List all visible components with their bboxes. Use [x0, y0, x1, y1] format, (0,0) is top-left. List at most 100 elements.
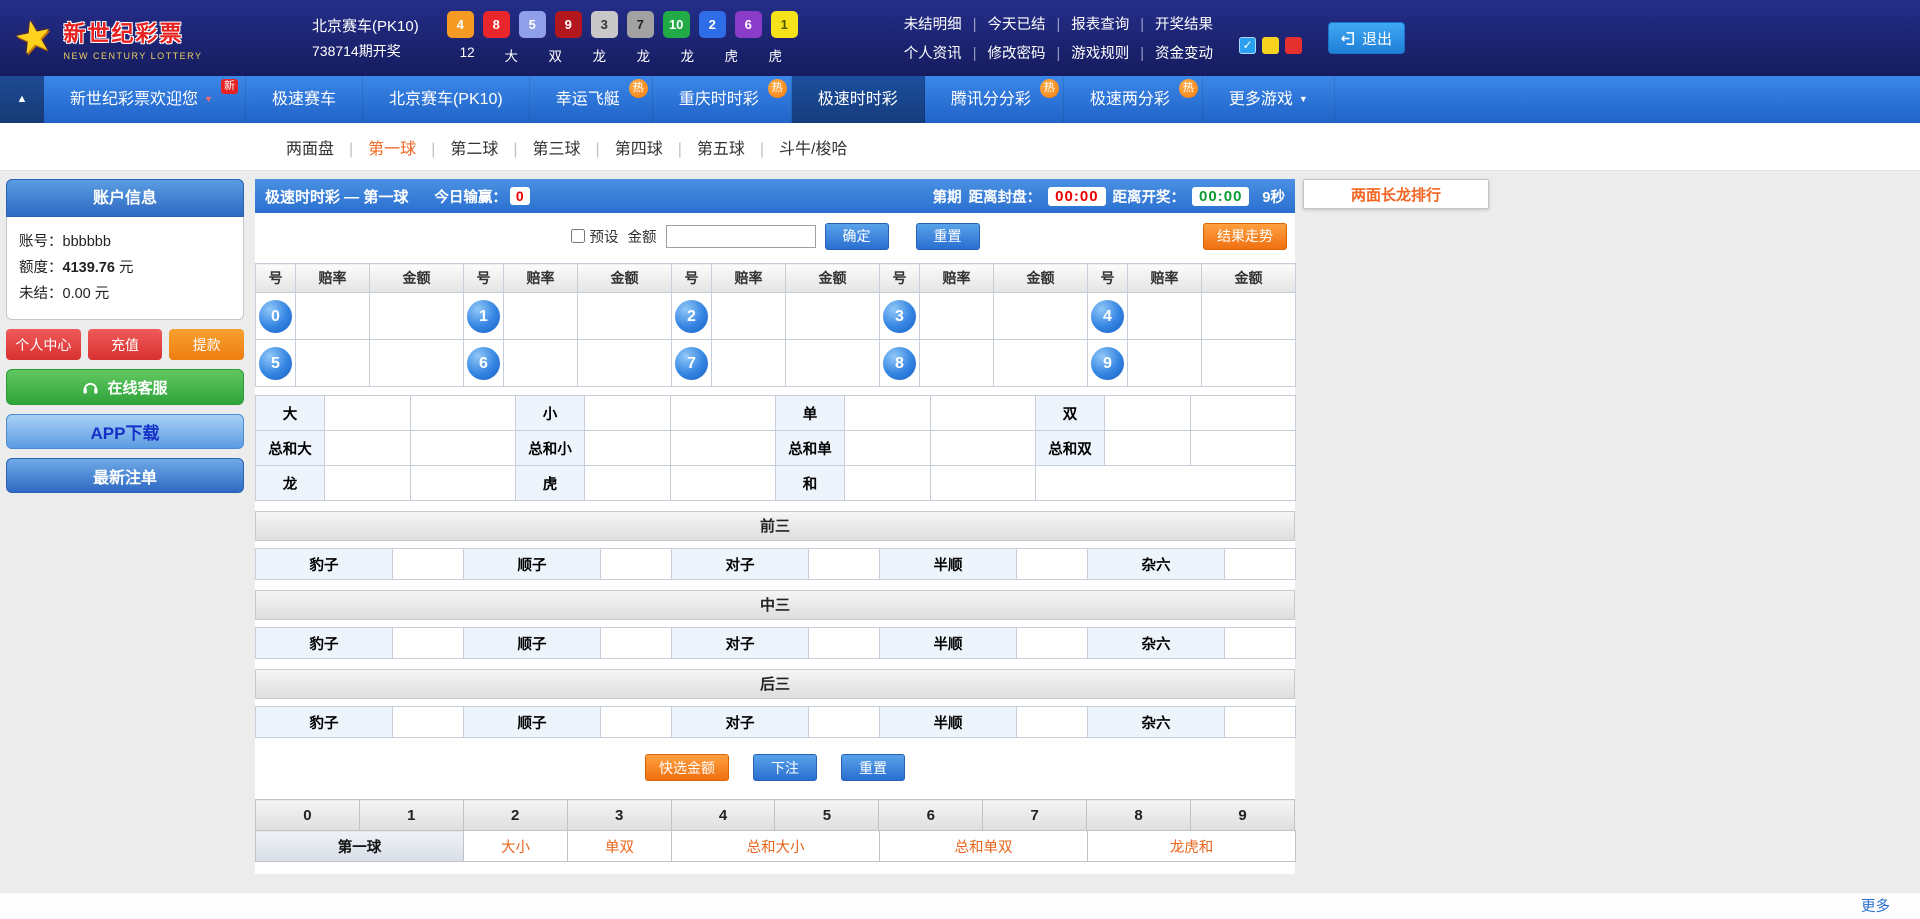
bet-number-cell[interactable]: 1	[464, 293, 504, 340]
nav-collapse-button[interactable]: ▲	[0, 76, 44, 123]
bottom-tab[interactable]: 龙虎和	[1088, 831, 1296, 862]
result-trend-button[interactable]: 结果走势	[1203, 223, 1287, 250]
place-bet-button[interactable]: 下注	[753, 754, 817, 781]
two-side-label[interactable]: 和	[776, 466, 845, 501]
amount-cell[interactable]	[393, 549, 464, 580]
nav-item[interactable]: 腾讯分分彩热	[925, 76, 1064, 123]
amount-cell[interactable]	[671, 466, 776, 501]
amount-cell[interactable]	[411, 431, 516, 466]
group-bet-label[interactable]: 对子	[672, 628, 809, 659]
amount-cell[interactable]	[1191, 431, 1296, 466]
amount-cell[interactable]	[601, 628, 672, 659]
amount-cell[interactable]	[1202, 293, 1296, 340]
header-link[interactable]: 游戏规则	[1071, 42, 1155, 63]
two-side-label[interactable]: 虎	[516, 466, 585, 501]
amount-cell[interactable]	[370, 293, 464, 340]
theme-swatch[interactable]: ✓	[1239, 37, 1256, 54]
amount-cell[interactable]	[411, 466, 516, 501]
group-bet-label[interactable]: 顺子	[464, 707, 601, 738]
group-bet-label[interactable]: 杂六	[1088, 628, 1225, 659]
bet-number-cell[interactable]: 8	[880, 340, 920, 387]
bet-number-cell[interactable]: 6	[464, 340, 504, 387]
more-link[interactable]: 更多	[1861, 899, 1890, 915]
nav-item[interactable]: 极速赛车	[246, 76, 363, 123]
amount-cell[interactable]	[1191, 396, 1296, 431]
header-link[interactable]: 开奖结果	[1155, 13, 1213, 34]
group-bet-label[interactable]: 豹子	[256, 707, 393, 738]
amount-cell[interactable]	[671, 431, 776, 466]
amount-cell[interactable]	[931, 466, 1036, 501]
two-side-label[interactable]: 总和单	[776, 431, 845, 466]
reset-amount-button[interactable]: 重置	[916, 223, 980, 250]
amount-cell[interactable]	[601, 549, 672, 580]
bottom-tab[interactable]: 大小	[464, 831, 568, 862]
bottom-tab[interactable]: 总和大小	[672, 831, 880, 862]
amount-input[interactable]	[666, 225, 816, 248]
theme-swatch[interactable]	[1285, 37, 1302, 54]
bottom-tab[interactable]: 第一球	[256, 831, 464, 862]
two-side-label[interactable]: 总和双	[1036, 431, 1105, 466]
bet-number-cell[interactable]: 4	[1088, 293, 1128, 340]
amount-cell[interactable]	[1017, 707, 1088, 738]
subnav-item[interactable]: 两面盘	[286, 141, 368, 158]
profile-button[interactable]: 个人中心	[6, 329, 81, 360]
amount-cell[interactable]	[1225, 628, 1296, 659]
bet-number-cell[interactable]: 9	[1088, 340, 1128, 387]
group-bet-label[interactable]: 杂六	[1088, 707, 1225, 738]
subnav-item[interactable]: 第二球	[450, 141, 532, 158]
amount-cell[interactable]	[786, 340, 880, 387]
logout-button[interactable]: 退出	[1328, 22, 1405, 54]
nav-item[interactable]: 更多游戏▼	[1203, 76, 1335, 123]
amount-cell[interactable]	[931, 396, 1036, 431]
amount-cell[interactable]	[578, 293, 672, 340]
amount-cell[interactable]	[1225, 549, 1296, 580]
amount-cell[interactable]	[393, 628, 464, 659]
amount-cell[interactable]	[1225, 707, 1296, 738]
two-side-label[interactable]: 单	[776, 396, 845, 431]
amount-cell[interactable]	[994, 340, 1088, 387]
nav-item[interactable]: 极速两分彩热	[1064, 76, 1203, 123]
header-link[interactable]: 修改密码	[987, 42, 1071, 63]
two-side-label[interactable]: 总和小	[516, 431, 585, 466]
amount-cell[interactable]	[809, 628, 880, 659]
online-service-button[interactable]: 在线客服	[6, 369, 244, 405]
nav-item[interactable]: 北京赛车(PK10)	[363, 76, 530, 123]
amount-cell[interactable]	[411, 396, 516, 431]
withdraw-button[interactable]: 提款	[169, 329, 244, 360]
subnav-item[interactable]: 第五球	[697, 141, 779, 158]
header-link[interactable]: 资金变动	[1155, 42, 1213, 63]
two-side-label[interactable]: 龙	[256, 466, 325, 501]
app-download-button[interactable]: APP下载	[6, 414, 244, 449]
theme-swatch[interactable]	[1262, 37, 1279, 54]
confirm-button[interactable]: 确定	[825, 223, 889, 250]
subnav-item[interactable]: 第一球	[368, 141, 450, 158]
header-link[interactable]: 报表查询	[1071, 13, 1155, 34]
bet-number-cell[interactable]: 5	[256, 340, 296, 387]
bet-number-cell[interactable]: 2	[672, 293, 712, 340]
two-side-label[interactable]: 双	[1036, 396, 1105, 431]
group-bet-label[interactable]: 豹子	[256, 549, 393, 580]
group-bet-label[interactable]: 半顺	[880, 549, 1017, 580]
header-link[interactable]: 个人资讯	[904, 42, 988, 63]
nav-item[interactable]: 重庆时时彩热	[653, 76, 792, 123]
group-bet-label[interactable]: 豹子	[256, 628, 393, 659]
long-dragon-rank-button[interactable]: 两面长龙排行	[1303, 179, 1489, 209]
bet-number-cell[interactable]: 3	[880, 293, 920, 340]
two-side-label[interactable]: 大	[256, 396, 325, 431]
subnav-item[interactable]: 第四球	[615, 141, 697, 158]
group-bet-label[interactable]: 半顺	[880, 707, 1017, 738]
quick-amount-button[interactable]: 快选金额	[645, 754, 729, 781]
amount-cell[interactable]	[671, 396, 776, 431]
amount-cell[interactable]	[809, 707, 880, 738]
deposit-button[interactable]: 充值	[88, 329, 163, 360]
amount-cell[interactable]	[809, 549, 880, 580]
bet-number-cell[interactable]: 0	[256, 293, 296, 340]
group-bet-label[interactable]: 半顺	[880, 628, 1017, 659]
group-bet-label[interactable]: 对子	[672, 707, 809, 738]
header-link[interactable]: 未结明细	[904, 13, 988, 34]
amount-cell[interactable]	[1017, 628, 1088, 659]
amount-cell[interactable]	[994, 293, 1088, 340]
header-link[interactable]: 今天已结	[987, 13, 1071, 34]
amount-cell[interactable]	[578, 340, 672, 387]
two-side-label[interactable]: 小	[516, 396, 585, 431]
